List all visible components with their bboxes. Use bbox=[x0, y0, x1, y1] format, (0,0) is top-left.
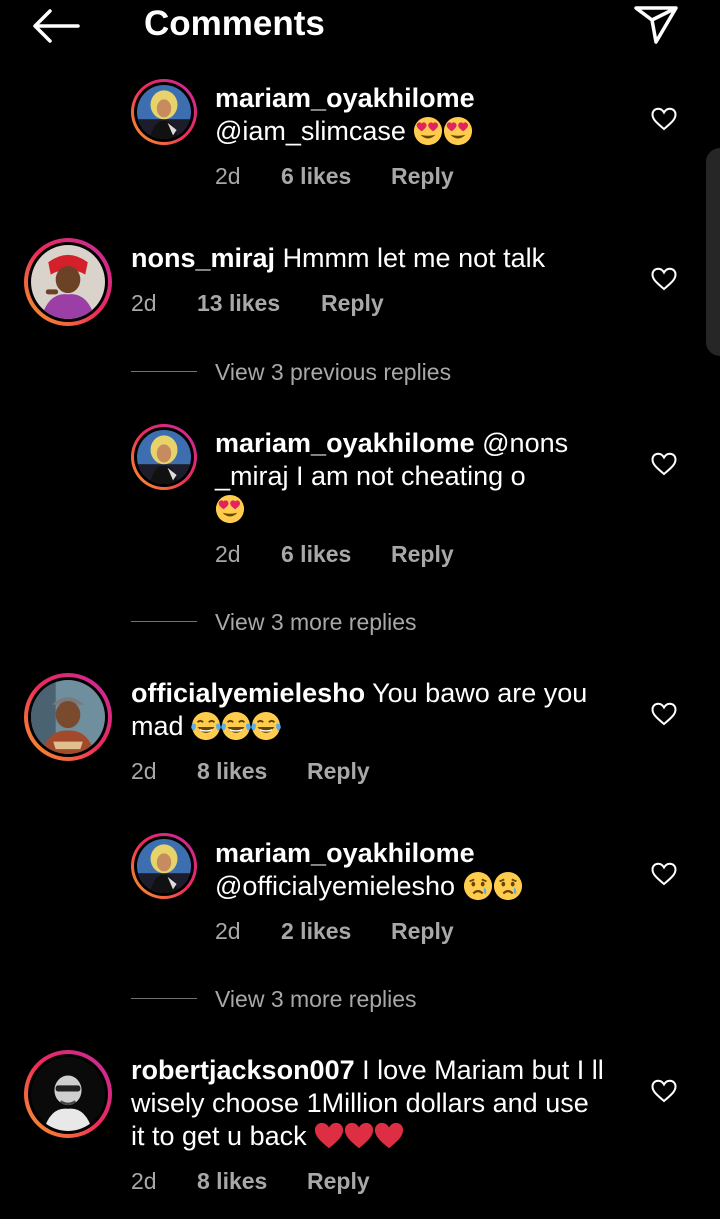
reply-button[interactable]: Reply bbox=[391, 162, 454, 190]
heart-eyes-emoji-icon bbox=[443, 116, 473, 146]
send-icon[interactable] bbox=[632, 2, 680, 46]
tears-of-joy-emoji-icon bbox=[191, 711, 221, 741]
comment-meta: 2d 13 likes Reply bbox=[131, 289, 384, 317]
view-replies-label[interactable]: View 3 previous replies bbox=[215, 357, 451, 387]
comment-text: mariam_oyakhilome @iam_slimcase bbox=[215, 82, 635, 148]
comment-body: I love Mariam but I ll bbox=[362, 1055, 604, 1085]
comment-body: @nons bbox=[482, 428, 569, 458]
comment-meta: 2d 8 likes Reply bbox=[131, 757, 370, 785]
comment-username[interactable]: mariam_oyakhilome bbox=[215, 838, 475, 868]
comment-text: mariam_oyakhilome @officialyemielesho bbox=[215, 837, 635, 903]
comment-body: @iam_slimcase bbox=[215, 116, 406, 146]
comment-meta: 2d 8 likes Reply bbox=[131, 1167, 370, 1195]
heart-eyes-emoji-icon bbox=[413, 116, 443, 146]
avatar[interactable] bbox=[131, 79, 197, 145]
comment-body: _miraj I am not cheating o bbox=[215, 461, 526, 491]
comment-likes[interactable]: 8 likes bbox=[197, 757, 267, 785]
avatar[interactable] bbox=[24, 673, 112, 761]
comment-likes[interactable]: 8 likes bbox=[197, 1167, 267, 1195]
heart-eyes-emoji-icon bbox=[215, 494, 245, 524]
red-heart-emoji-icon bbox=[344, 1121, 374, 1151]
comment-time: 2d bbox=[131, 290, 157, 316]
comment-username[interactable]: robertjackson007 bbox=[131, 1055, 355, 1085]
tears-of-joy-emoji-icon bbox=[251, 711, 281, 741]
avatar[interactable] bbox=[131, 424, 197, 490]
divider bbox=[131, 621, 197, 622]
like-heart-icon[interactable] bbox=[651, 452, 677, 476]
view-more-replies[interactable]: View 3 more replies bbox=[131, 984, 531, 1014]
comment-likes[interactable]: 6 likes bbox=[281, 540, 351, 568]
avatar[interactable] bbox=[131, 833, 197, 899]
comment-body: You bawo are you bbox=[372, 678, 588, 708]
comment-username[interactable]: mariam_oyakhilome bbox=[215, 83, 475, 113]
comment-likes[interactable]: 2 likes bbox=[281, 917, 351, 945]
view-more-replies[interactable]: View 3 more replies bbox=[131, 607, 531, 637]
comment-time: 2d bbox=[215, 541, 241, 567]
view-replies-label[interactable]: View 3 more replies bbox=[215, 984, 417, 1014]
divider bbox=[131, 998, 197, 999]
comment-body: @officialyemielesho bbox=[215, 871, 456, 901]
comment-username[interactable]: mariam_oyakhilome bbox=[215, 428, 475, 458]
comment-meta: 2d 2 likes Reply bbox=[215, 917, 454, 945]
comment-time: 2d bbox=[215, 163, 241, 189]
reply-button[interactable]: Reply bbox=[307, 1167, 370, 1195]
comment-body: wisely choose 1Million dollars and use bbox=[131, 1088, 589, 1118]
comment-text: nons_miraj Hmmm let me not talk bbox=[131, 242, 631, 275]
like-heart-icon[interactable] bbox=[651, 1079, 677, 1103]
like-heart-icon[interactable] bbox=[651, 107, 677, 131]
reply-button[interactable]: Reply bbox=[391, 540, 454, 568]
top-bar: Comments bbox=[0, 0, 720, 52]
comment-meta: 2d 6 likes Reply bbox=[215, 540, 454, 568]
page-title: Comments bbox=[144, 4, 325, 43]
avatar[interactable] bbox=[24, 238, 112, 326]
like-heart-icon[interactable] bbox=[651, 267, 677, 291]
comment-body: Hmmm let me not talk bbox=[282, 243, 546, 273]
tears-of-joy-emoji-icon bbox=[221, 711, 251, 741]
red-heart-emoji-icon bbox=[314, 1121, 344, 1151]
comment-time: 2d bbox=[131, 758, 157, 784]
view-previous-replies[interactable]: View 3 previous replies bbox=[131, 357, 531, 387]
comment-time: 2d bbox=[215, 918, 241, 944]
comment-time: 2d bbox=[131, 1168, 157, 1194]
crying-emoji-icon bbox=[463, 871, 493, 901]
comment-likes[interactable]: 13 likes bbox=[197, 289, 280, 317]
red-heart-emoji-icon bbox=[374, 1121, 404, 1151]
divider bbox=[131, 371, 197, 372]
crying-emoji-icon bbox=[493, 871, 523, 901]
comment-likes[interactable]: 6 likes bbox=[281, 162, 351, 190]
comment-body: mad bbox=[131, 711, 184, 741]
comment-body: it to get u back bbox=[131, 1121, 307, 1151]
view-replies-label[interactable]: View 3 more replies bbox=[215, 607, 417, 637]
comment-text: mariam_oyakhilome @nons _miraj I am not … bbox=[215, 427, 635, 526]
reply-button[interactable]: Reply bbox=[307, 757, 370, 785]
comment-text: robertjackson007 I love Mariam but I ll … bbox=[131, 1054, 641, 1153]
like-heart-icon[interactable] bbox=[651, 862, 677, 886]
comment-username[interactable]: nons_miraj bbox=[131, 243, 275, 273]
scroll-handle[interactable] bbox=[706, 148, 720, 356]
like-heart-icon[interactable] bbox=[651, 702, 677, 726]
avatar[interactable] bbox=[24, 1050, 112, 1138]
comment-meta: 2d 6 likes Reply bbox=[215, 162, 454, 190]
back-arrow-icon[interactable] bbox=[30, 6, 82, 46]
comment-username[interactable]: officialyemielesho bbox=[131, 678, 365, 708]
reply-button[interactable]: Reply bbox=[391, 917, 454, 945]
reply-button[interactable]: Reply bbox=[321, 289, 384, 317]
comment-text: officialyemielesho You bawo are you mad bbox=[131, 677, 631, 743]
